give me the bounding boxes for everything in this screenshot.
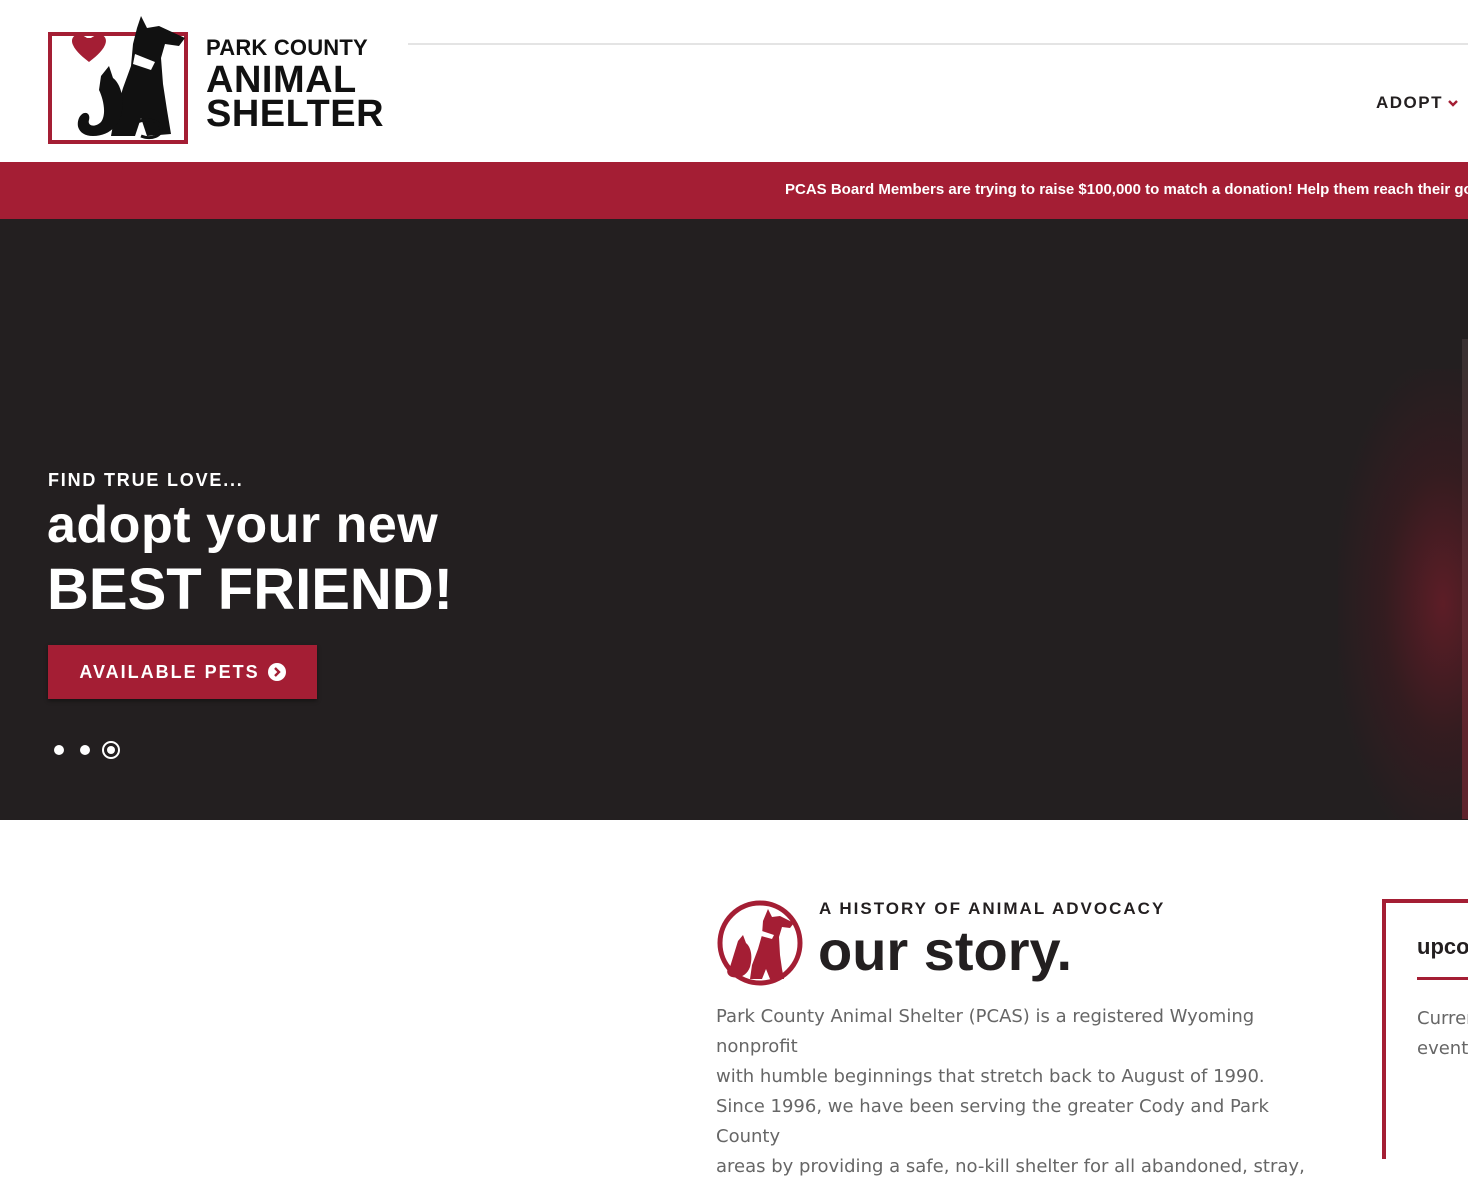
hero-slider: FIND TRUE LOVE... adopt your new BEST FR…	[0, 219, 1468, 820]
upcoming-events-divider	[1417, 977, 1468, 980]
slider-pagination	[54, 741, 120, 759]
chevron-circle-right-icon	[267, 663, 286, 681]
dog-and-cat-circle-icon	[717, 900, 803, 986]
upcoming-events-title: upco	[1417, 934, 1468, 959]
available-pets-button[interactable]: AVAILABLE PETS	[48, 645, 317, 699]
story-kicker: A HISTORY OF ANIMAL ADVOCACY	[819, 899, 1166, 918]
story-paragraph-1-line-2: with humble beginnings that stretch back…	[716, 1066, 1265, 1087]
upcoming-events-text-line-2: events	[1417, 1038, 1468, 1059]
nav-item-adopt-label: ADOPT	[1376, 93, 1443, 112]
nav-item-adopt[interactable]: ADOPT	[1376, 93, 1458, 113]
chevron-down-icon	[1448, 100, 1458, 107]
story-paragraph-1: Park County Animal Shelter (PCAS) is a r…	[716, 1002, 1336, 1092]
story-paragraph-1-line-1: Park County Animal Shelter (PCAS) is a r…	[716, 1006, 1255, 1057]
site-header: PARK COUNTY ANIMAL SHELTER ADOPT	[0, 0, 1468, 162]
announcement-banner[interactable]: PCAS Board Members are trying to raise $…	[0, 162, 1468, 219]
story-paragraph-2-line-1: Since 1996, we have been serving the gre…	[716, 1096, 1269, 1147]
slider-dot-1[interactable]	[54, 745, 64, 755]
story-paragraph-2: Since 1996, we have been serving the gre…	[716, 1092, 1336, 1182]
header-divider	[408, 43, 1468, 45]
hero-kicker: FIND TRUE LOVE...	[48, 470, 244, 490]
upcoming-events-text: Curren events	[1417, 1004, 1468, 1064]
hero-background-image	[1338, 369, 1468, 820]
upcoming-events-text-line-1: Curren	[1417, 1008, 1468, 1029]
site-logo[interactable]: PARK COUNTY ANIMAL SHELTER	[47, 14, 387, 148]
logo-line-shelter: SHELTER	[206, 93, 385, 135]
logo-line-park-county: PARK COUNTY	[206, 35, 368, 60]
logo-wordmark: PARK COUNTY ANIMAL SHELTER	[206, 35, 385, 135]
dog-and-cat-logo-icon	[72, 16, 185, 140]
hero-background-edge	[1462, 339, 1468, 819]
story-paragraph-2-line-2: areas by providing a safe, no-kill shelt…	[716, 1156, 1305, 1177]
hero-heading-line1: adopt your new	[47, 496, 439, 554]
announcement-text: PCAS Board Members are trying to raise $…	[785, 181, 1468, 198]
story-title: our story.	[818, 919, 1073, 982]
available-pets-label: AVAILABLE PETS	[79, 661, 260, 682]
slider-dot-3-active[interactable]	[102, 741, 120, 759]
hero-heading-line2: BEST FRIEND!	[47, 557, 453, 622]
slider-dot-2[interactable]	[80, 745, 90, 755]
